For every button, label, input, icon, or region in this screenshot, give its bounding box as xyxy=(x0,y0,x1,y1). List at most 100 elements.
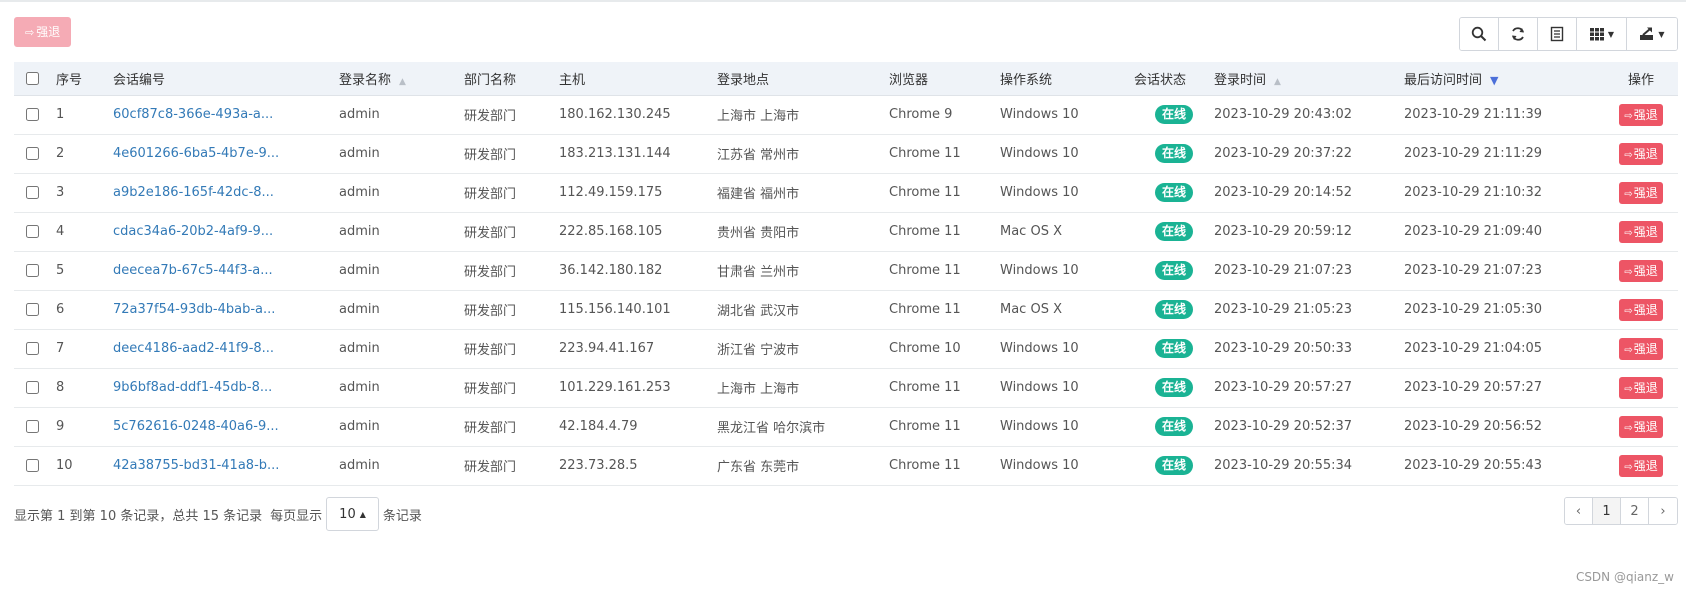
per-page-suffix: 条记录 xyxy=(382,508,422,524)
cell-no: 7 xyxy=(56,329,113,369)
header-login-name[interactable]: 登录名称 ▲ xyxy=(339,62,464,96)
page-1-button[interactable]: 1 xyxy=(1593,498,1621,524)
table-header-row: 序号 会话编号 登录名称 ▲ 部门名称 主机 登录地点 浏览器 操作系统 会话状态… xyxy=(14,62,1678,96)
cell-browser: Chrome 11 xyxy=(889,212,1000,252)
browser: Chrome 11 xyxy=(889,419,961,434)
last-access-time: 2023-10-29 21:05:30 xyxy=(1404,302,1543,317)
sign-out-icon: ⇨ xyxy=(1624,266,1633,278)
last-access-time: 2023-10-29 20:55:43 xyxy=(1404,458,1543,473)
force-logout-button[interactable]: ⇨强退 xyxy=(1619,181,1663,204)
header-last-access[interactable]: 最后访问时间 ▼ xyxy=(1404,62,1604,96)
table-tools: ▼ ▼ xyxy=(1459,17,1678,51)
next-page-button[interactable]: › xyxy=(1649,498,1677,524)
session-id-link[interactable]: deecea7b-67c5-44f3-a... xyxy=(113,263,273,278)
cell-status: 在线 xyxy=(1134,329,1214,369)
cell-login-name: admin xyxy=(339,134,464,174)
cell-location: 上海市 上海市 xyxy=(717,95,889,135)
row-checkbox[interactable] xyxy=(26,264,39,277)
row-checkbox-cell xyxy=(14,290,56,330)
session-id-link[interactable]: deec4186-aad2-41f9-8... xyxy=(113,341,274,356)
row-checkbox[interactable] xyxy=(26,420,39,433)
force-logout-button[interactable]: ⇨强退 xyxy=(1619,142,1663,165)
force-logout-button[interactable]: ⇨强退 xyxy=(1619,454,1663,477)
force-logout-button[interactable]: ⇨强退 xyxy=(1619,259,1663,282)
cell-location: 江苏省 常州市 xyxy=(717,134,889,174)
page-2-button[interactable]: 2 xyxy=(1621,498,1649,524)
session-id-link[interactable]: 4e601266-6ba5-4b7e-9... xyxy=(113,146,279,161)
session-id-link[interactable]: 9b6bf8ad-ddf1-45db-8... xyxy=(113,380,272,395)
cell-last-access: 2023-10-29 21:11:39 xyxy=(1404,95,1604,135)
sign-out-icon: ⇨ xyxy=(1624,149,1633,161)
force-logout-button[interactable]: ⇨强退 xyxy=(1619,103,1663,126)
toggle-view-button[interactable] xyxy=(1538,18,1577,50)
select-all-checkbox[interactable] xyxy=(26,71,39,85)
force-logout-button[interactable]: ⇨强退 xyxy=(1619,298,1663,321)
cell-login-time: 2023-10-29 20:55:34 xyxy=(1214,446,1404,486)
login-location: 上海市 上海市 xyxy=(717,382,800,397)
caret-up-icon: ▲ xyxy=(359,509,366,519)
cell-action: ⇨强退 xyxy=(1604,329,1678,369)
row-no: 1 xyxy=(56,107,65,122)
cell-os: Windows 10 xyxy=(1000,407,1134,447)
cell-status: 在线 xyxy=(1134,368,1214,408)
session-id-link[interactable]: 5c762616-0248-40a6-9... xyxy=(113,419,279,434)
cell-host: 36.142.180.182 xyxy=(559,251,717,291)
row-checkbox-cell xyxy=(14,251,56,291)
browser: Chrome 11 xyxy=(889,224,961,239)
login-name: admin xyxy=(339,185,380,200)
session-id-link[interactable]: 72a37f54-93db-4bab-a... xyxy=(113,302,275,317)
session-id-link[interactable]: cdac34a6-20b2-4af9-9... xyxy=(113,224,273,239)
row-checkbox-cell xyxy=(14,95,56,135)
row-checkbox[interactable] xyxy=(26,225,39,238)
export-dropdown-button[interactable]: ▼ xyxy=(1627,18,1677,50)
dept-name: 研发部门 xyxy=(464,421,517,436)
session-id-link[interactable]: 42a38755-bd31-41a8-b... xyxy=(113,458,279,473)
cell-no: 4 xyxy=(56,212,113,252)
columns-dropdown-button[interactable]: ▼ xyxy=(1577,18,1627,50)
status-badge: 在线 xyxy=(1154,339,1193,358)
cell-status: 在线 xyxy=(1134,134,1214,174)
header-status: 会话状态 xyxy=(1134,62,1214,96)
row-checkbox[interactable] xyxy=(26,147,39,160)
cell-browser: Chrome 9 xyxy=(889,95,1000,135)
login-name: admin xyxy=(339,458,380,473)
row-checkbox[interactable] xyxy=(26,186,39,199)
force-logout-button[interactable]: ⇨强退 xyxy=(1619,220,1663,243)
login-time: 2023-10-29 20:52:37 xyxy=(1214,419,1353,434)
cell-login-name: admin xyxy=(339,95,464,135)
row-no: 6 xyxy=(56,302,65,317)
cell-session-id: 9b6bf8ad-ddf1-45db-8... xyxy=(113,368,339,408)
row-checkbox[interactable] xyxy=(26,108,39,121)
session-id-link[interactable]: a9b2e186-165f-42dc-8... xyxy=(113,185,274,200)
row-checkbox[interactable] xyxy=(26,303,39,316)
os: Mac OS X xyxy=(1000,224,1062,239)
cell-session-id: 72a37f54-93db-4bab-a... xyxy=(113,290,339,330)
cell-status: 在线 xyxy=(1134,407,1214,447)
last-access-time: 2023-10-29 21:11:29 xyxy=(1404,146,1543,161)
row-checkbox[interactable] xyxy=(26,459,39,472)
force-logout-label: 强退 xyxy=(1633,107,1658,122)
row-checkbox[interactable] xyxy=(26,342,39,355)
cell-login-name: admin xyxy=(339,329,464,369)
force-logout-batch-button[interactable]: ⇨ 强退 xyxy=(14,17,72,47)
session-id-link[interactable]: 60cf87c8-366e-493a-a... xyxy=(113,107,273,122)
cell-login-time: 2023-10-29 21:05:23 xyxy=(1214,290,1404,330)
login-time: 2023-10-29 20:37:22 xyxy=(1214,146,1353,161)
cell-os: Mac OS X xyxy=(1000,290,1134,330)
prev-page-button[interactable]: ‹ xyxy=(1565,498,1593,524)
refresh-button[interactable] xyxy=(1499,18,1538,50)
search-button[interactable] xyxy=(1460,18,1499,50)
force-logout-button[interactable]: ⇨强退 xyxy=(1619,337,1663,360)
force-logout-label: 强退 xyxy=(1633,224,1658,239)
refresh-icon xyxy=(1512,27,1524,41)
page-size-dropdown[interactable]: 10 ▲ xyxy=(326,497,379,531)
browser: Chrome 9 xyxy=(889,107,953,122)
row-checkbox[interactable] xyxy=(26,381,39,394)
force-logout-button[interactable]: ⇨强退 xyxy=(1619,376,1663,399)
login-location: 上海市 上海市 xyxy=(717,109,800,124)
cell-login-time: 2023-10-29 20:57:27 xyxy=(1214,368,1404,408)
header-location: 登录地点 xyxy=(717,62,889,96)
status-badge: 在线 xyxy=(1154,261,1193,280)
force-logout-button[interactable]: ⇨强退 xyxy=(1619,415,1663,438)
header-login-time[interactable]: 登录时间 ▲ xyxy=(1214,62,1404,96)
